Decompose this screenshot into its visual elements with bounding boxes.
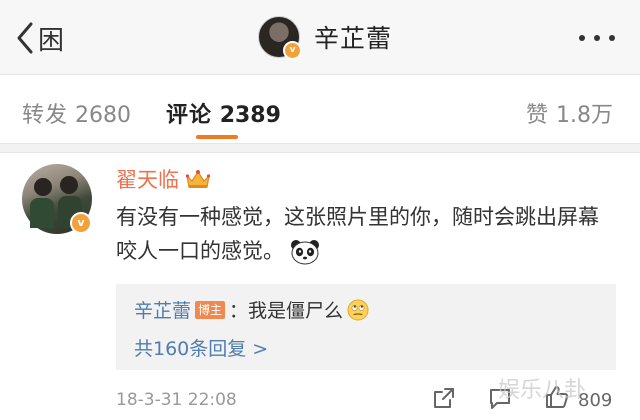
comment-header: 翟天临 bbox=[116, 164, 211, 194]
dot-icon bbox=[609, 35, 615, 41]
view-all-replies-link[interactable]: 共160条回复 > bbox=[134, 334, 268, 361]
tab-like-label: 赞 bbox=[526, 103, 550, 128]
dot-icon bbox=[594, 35, 600, 41]
chevron-left-icon bbox=[17, 22, 33, 54]
tab-like[interactable]: 赞 1.8万 bbox=[526, 97, 613, 129]
active-tab-indicator bbox=[196, 135, 238, 139]
tab-repost[interactable]: 转发 2680 bbox=[22, 97, 131, 129]
crown-icon bbox=[185, 170, 211, 188]
host-badge: 博主 bbox=[195, 300, 226, 319]
like-count: 809 bbox=[578, 390, 613, 411]
avatar-figure bbox=[60, 176, 78, 194]
reply-preview[interactable]: 辛芷蕾 博主 ：我是僵尸么 共160条回复 > bbox=[116, 284, 616, 370]
comment-timestamp: 18-3-31 22:08 bbox=[116, 390, 237, 410]
back-label: 困 bbox=[38, 25, 65, 56]
comment-body: 有没有一种感觉，这张照片里的你，随时会跳出屏幕咬人一口的感觉。 bbox=[116, 205, 599, 263]
more-options-button[interactable] bbox=[575, 22, 621, 52]
tab-repost-count: 2680 bbox=[75, 103, 132, 128]
verified-badge-icon: v bbox=[283, 41, 302, 60]
tab-bar: 转发 2680 评论 2389 赞 1.8万 bbox=[0, 75, 640, 143]
reply-text: ：我是僵尸么 bbox=[229, 300, 344, 322]
panda-emoji-icon bbox=[291, 240, 319, 265]
verified-badge-icon: v bbox=[70, 212, 92, 234]
rolling-eyes-emoji-icon bbox=[347, 299, 369, 320]
back-button[interactable]: 困 bbox=[16, 18, 64, 58]
comment-author[interactable]: 翟天临 bbox=[116, 164, 179, 194]
profile-title[interactable]: v 辛芷蕾 bbox=[258, 14, 392, 60]
thumbs-up-icon[interactable] bbox=[544, 384, 570, 410]
reply-line: 辛芷蕾 博主 ：我是僵尸么 bbox=[134, 296, 369, 323]
dot-icon bbox=[579, 35, 585, 41]
top-nav-bar: 困 v 辛芷蕾 bbox=[0, 0, 640, 75]
tab-like-count: 1.8万 bbox=[556, 103, 614, 128]
tab-repost-label: 转发 bbox=[22, 103, 69, 128]
tab-comment-label: 评论 bbox=[166, 103, 213, 128]
avatar-figure bbox=[34, 178, 52, 196]
comment-icon[interactable] bbox=[488, 388, 512, 410]
share-icon[interactable] bbox=[432, 386, 456, 410]
tab-comment[interactable]: 评论 2389 bbox=[166, 97, 281, 129]
reply-author[interactable]: 辛芷蕾 bbox=[134, 296, 191, 323]
page-title: 辛芷蕾 bbox=[314, 24, 393, 53]
tab-comment-count: 2389 bbox=[219, 103, 281, 128]
avatar-figure bbox=[30, 198, 54, 228]
divider bbox=[0, 143, 640, 153]
avatar: v bbox=[258, 16, 302, 60]
comment-text: 有没有一种感觉，这张照片里的你，随时会跳出屏幕咬人一口的感觉。 bbox=[116, 200, 616, 268]
commenter-avatar[interactable]: v bbox=[22, 164, 92, 234]
